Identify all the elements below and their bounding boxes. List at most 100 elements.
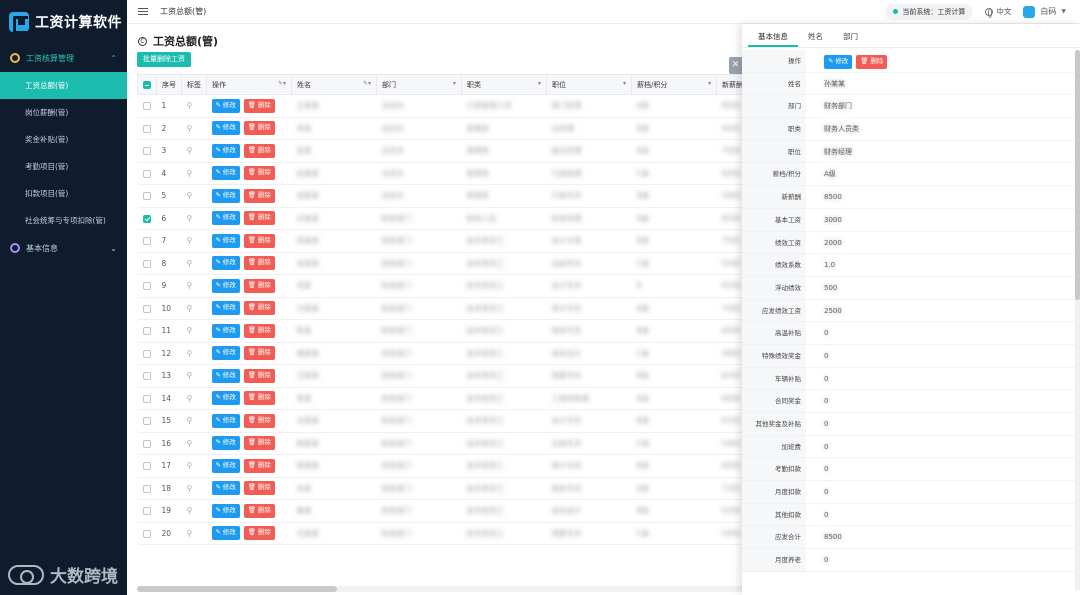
menu-group-basic-info[interactable]: 基本信息 ⌄ [0,234,127,262]
edit-button[interactable]: ✎ 修改 [211,301,240,316]
delete-button[interactable]: 🗑 删除 [243,503,275,518]
paperclip-icon[interactable]: ⚲ [187,326,193,335]
row-tag-cell[interactable]: ⚲ [181,477,207,500]
row-select-cell[interactable] [137,432,157,455]
row-tag-cell[interactable]: ⚲ [181,297,207,320]
col-header-actions[interactable]: 操作 ✎▾ [206,74,292,95]
table-row[interactable]: 5 ⚲ ✎ 修改 🗑 删除 钱某某 总经办 管理类 行政专员 B级 5000 [137,184,802,208]
row-checkbox[interactable] [142,484,151,493]
table-row[interactable]: 12 ⚲ ✎ 修改 🗑 删除 褚某某 财务部门 技术类员工 成本会计 C级 5800 [137,342,802,365]
paperclip-icon[interactable]: ⚲ [187,259,193,268]
edit-button[interactable]: ✎ 修改 [211,436,240,451]
scrollbar-thumb[interactable] [1075,50,1080,300]
row-select-cell[interactable] [137,252,157,275]
row-checkbox[interactable] [142,507,151,516]
table-row[interactable]: 18 ⚲ ✎ 修改 🗑 删除 朱某 财务部门 技术类员工 税务专员 A级 7200 [137,477,802,500]
paperclip-icon[interactable]: ⚲ [187,146,193,155]
table-row[interactable]: 17 ⚲ ✎ 修改 🗑 删除 杨某某 财务部门 技术类员工 审计专员 B级 6600 [137,454,802,478]
menu-toggle-icon[interactable] [138,6,148,17]
row-tag-cell[interactable]: ⚲ [181,522,207,545]
table-row[interactable]: 3 ⚲ ✎ 修改 🗑 删除 张某 总经办 管理类 副总经理 A级 7000 [137,139,802,163]
menu-group-payroll[interactable]: 工资核算管理 ⌃ [0,44,127,72]
delete-button[interactable]: 🗑 删除 [243,233,275,248]
paperclip-icon[interactable]: ⚲ [187,484,193,493]
refresh-icon[interactable]: C [138,36,147,46]
row-select-cell[interactable] [137,454,157,478]
table-row[interactable]: 11 ⚲ ✎ 修改 🗑 删除 陈某 财务部门 技术类员工 税务专员 B级 6000 [137,319,802,343]
delete-button[interactable]: 🗑 删除 [243,323,275,338]
row-checkbox[interactable] [142,147,151,156]
delete-button[interactable]: 🗑 删除 [243,211,275,226]
edit-button[interactable]: ✎ 修改 [211,413,240,428]
row-tag-cell[interactable]: ⚲ [181,364,207,388]
row-checkbox[interactable] [142,124,151,133]
current-system-badge[interactable]: 当前系统：工资计算 [885,3,974,20]
tab-dept[interactable]: 部门 [833,24,868,47]
row-select-cell[interactable] [137,297,157,320]
row-select-cell[interactable] [137,162,157,185]
scrollbar-thumb[interactable] [137,586,337,592]
row-tag-cell[interactable]: ⚲ [181,499,207,523]
delete-button[interactable]: 🗑 删除 [243,458,275,473]
row-checkbox[interactable] [142,169,151,178]
row-checkbox[interactable] [142,282,151,291]
edit-button[interactable]: ✎ 修改 [211,346,240,361]
sidebar-item-attendance[interactable]: 考勤项目(管) [0,153,127,180]
edit-button[interactable]: ✎ 修改 [211,256,240,271]
delete-button[interactable]: 🗑 删除 [243,346,275,361]
batch-delete-button[interactable]: 批量删除工资 [137,52,191,67]
edit-button[interactable]: ✎ 修改 [211,143,240,158]
table-row[interactable]: 15 ⚲ ✎ 修改 🗑 删除 沈某某 财务部门 技术类员工 会计专员 B级 6100 [137,409,802,433]
filter-icon[interactable]: ▾ [623,80,626,87]
delete-button[interactable]: 🗑 删除 [243,278,275,293]
row-tag-cell[interactable]: ⚲ [181,162,207,185]
row-tag-cell[interactable]: ⚲ [181,139,207,163]
table-row[interactable]: 1 ⚲ ✎ 修改 🗑 删除 王某某 总经办 行政管理人员 部门经理 A级 8000 [137,94,802,118]
delete-button[interactable]: 🗑 删除 [243,143,275,158]
filter-icon[interactable]: ▾ [708,80,711,87]
row-checkbox[interactable] [142,214,151,223]
language-switcher[interactable]: 中文 [985,6,1011,18]
col-header-name[interactable]: 姓名 ✎▾ [291,74,377,95]
delete-button[interactable]: 🗑 删除 [243,98,275,113]
row-checkbox[interactable] [142,439,151,448]
user-menu[interactable]: 白码 ▼ [1023,5,1066,18]
row-select-cell[interactable] [137,522,157,545]
col-header-grade[interactable]: 薪档/积分 ▾ [631,74,717,95]
tab-name[interactable]: 姓名 [798,24,833,47]
table-row[interactable]: 6 ⚲ ✎ 修改 🗑 删除 孙某某 财务部门 财务人员 财务经理 A级 8500 [137,207,802,230]
paperclip-icon[interactable]: ⚲ [187,371,193,380]
delete-button[interactable]: 🗑 删除 [243,413,275,428]
row-tag-cell[interactable]: ⚲ [181,319,207,343]
row-select-cell[interactable] [137,499,157,523]
edit-button[interactable]: ✎ 修改 [211,188,240,203]
col-header-position[interactable]: 职位 ▾ [546,74,632,95]
row-select-cell[interactable] [137,342,157,365]
paperclip-icon[interactable]: ⚲ [187,236,193,245]
edit-button[interactable]: ✎ 修改 [211,458,240,473]
row-checkbox[interactable] [142,462,151,471]
row-tag-cell[interactable]: ⚲ [181,432,207,455]
delete-button[interactable]: 🗑 删除 [243,391,275,406]
paperclip-icon[interactable]: ⚲ [187,304,193,313]
table-row[interactable]: 9 ⚲ ✎ 修改 🗑 删除 郑某 财务部门 技术类员工 会计专员 B 6500 [137,274,802,298]
paperclip-icon[interactable]: ⚲ [187,214,193,223]
edit-button[interactable]: ✎ 修改 [211,323,240,338]
table-row[interactable]: 8 ⚲ ✎ 修改 🗑 删除 吴某某 财务部门 技术类员工 出纳专员 C级 5500 [137,252,802,275]
select-all-checkbox[interactable] [143,80,151,89]
row-select-cell[interactable] [137,319,157,343]
paperclip-icon[interactable]: ⚲ [187,191,193,200]
select-all-cell[interactable] [137,74,157,95]
edit-button[interactable]: ✎ 修改 [211,233,240,248]
row-tag-cell[interactable]: ⚲ [181,117,207,140]
row-tag-cell[interactable]: ⚲ [181,94,207,118]
pin-filter-icon[interactable]: ✎▾ [278,80,286,87]
edit-button[interactable]: ✎ 修改 [211,166,240,181]
table-row[interactable]: 4 ⚲ ✎ 修改 🗑 删除 赵某某 总经办 管理类 行政助理 C级 6000 [137,162,802,185]
row-select-cell[interactable] [137,387,157,410]
paperclip-icon[interactable]: ⚲ [187,461,193,470]
row-checkbox[interactable] [142,259,151,268]
row-checkbox[interactable] [142,394,151,403]
drawer-edit-button[interactable]: ✎ 修改 [824,55,853,69]
row-checkbox[interactable] [142,327,151,336]
